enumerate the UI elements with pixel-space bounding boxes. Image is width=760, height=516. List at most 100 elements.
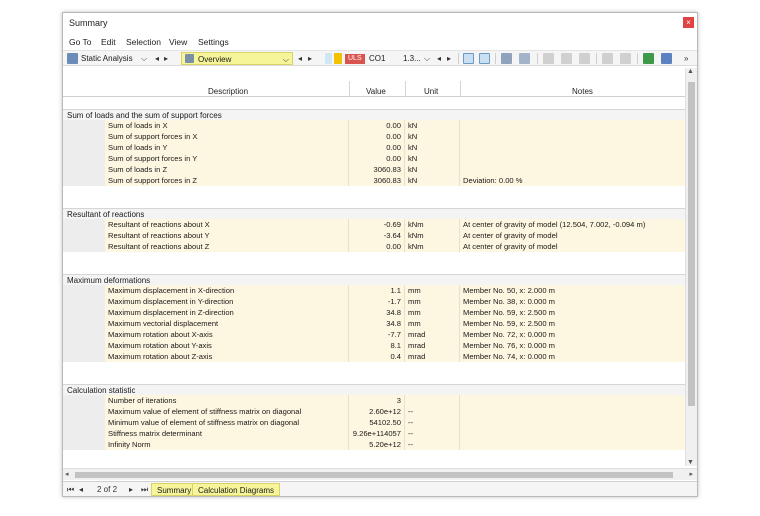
group-header[interactable]: Calculation statistic <box>63 384 685 395</box>
cell-value: 0.00 <box>349 142 405 153</box>
first-page-icon[interactable]: ⏮ <box>67 484 74 496</box>
table-row[interactable]: Maximum rotation about Y-axis 8.1 mrad Memb… <box>63 340 685 351</box>
table-row[interactable]: Sum of support forces in X 0.00 kN <box>63 131 685 142</box>
scroll-down-icon[interactable]: ▼ <box>687 459 694 466</box>
col-value[interactable]: Value <box>366 87 386 96</box>
table-row[interactable]: Sum of support forces in Y 0.00 kN <box>63 153 685 164</box>
toolbar: Static Analysis ⌵ ◂ ▸ Overview ⌵ ◂ ▸ ULS… <box>63 50 697 66</box>
table-row[interactable]: Maximum displacement in X-direction 1.1 mm… <box>63 285 685 296</box>
cell-description: Resultant of reactions about Z <box>105 241 349 252</box>
vertical-scrollbar[interactable]: ▲ ▼ <box>685 68 697 466</box>
row-indent <box>63 175 105 186</box>
load-number-label[interactable]: 1.3... <box>403 52 421 65</box>
col-notes[interactable]: Notes <box>572 87 593 96</box>
load-dropdown-icon[interactable]: ⌵ <box>424 52 430 65</box>
cell-description: Sum of support forces in Y <box>105 153 349 164</box>
scroll-left-icon[interactable]: ◂ <box>65 470 69 478</box>
cell-notes <box>460 153 685 164</box>
table-header: Description Value Unit Notes <box>63 85 685 97</box>
cell-description: Number of iterations <box>105 395 349 406</box>
cell-unit: -- <box>405 439 460 450</box>
vertical-scroll-thumb[interactable] <box>688 82 695 406</box>
row-indent <box>63 439 105 450</box>
group-header[interactable]: Resultant of reactions <box>63 208 685 219</box>
columns-icon[interactable] <box>602 53 613 64</box>
group-header[interactable]: Sum of loads and the sum of support forc… <box>63 109 685 120</box>
horizontal-scrollbar[interactable]: ◂ ▸ <box>63 468 697 480</box>
menu-view[interactable]: View <box>169 37 187 47</box>
row-indent <box>63 241 105 252</box>
close-button[interactable]: × <box>683 17 694 28</box>
table-row[interactable]: Number of iterations 3 <box>63 395 685 406</box>
cell-value: -7.7 <box>349 329 405 340</box>
table-row[interactable]: Maximum rotation about X-axis -7.7 mrad Mem… <box>63 329 685 340</box>
table-row[interactable]: Infinity Norm 5.20e+12 -- <box>63 439 685 450</box>
row-indent <box>63 417 105 428</box>
col-description[interactable]: Description <box>208 87 248 96</box>
cell-notes <box>460 142 685 153</box>
scroll-up-icon[interactable]: ▲ <box>687 68 694 75</box>
cell-unit: kNm <box>405 241 460 252</box>
row-indent <box>63 318 105 329</box>
filter-icon[interactable] <box>519 53 530 64</box>
table-row[interactable]: Maximum value of element of stiffness ma… <box>63 406 685 417</box>
print-icon[interactable] <box>561 53 572 64</box>
analysis-dropdown-icon[interactable]: ⌵ <box>141 52 147 65</box>
grid-icon[interactable] <box>620 53 631 64</box>
status-bar: ⏮ ◂ 2 of 2 ▸ ⏭ Summary Calculation Diagr… <box>63 481 697 496</box>
analysis-prev-icon[interactable]: ◂ <box>155 52 159 65</box>
load-next-icon[interactable]: ▸ <box>447 52 451 65</box>
view-prev-icon[interactable]: ◂ <box>298 52 302 65</box>
analysis-icon <box>67 53 78 64</box>
pick-tool-icon[interactable] <box>479 53 490 64</box>
table-row[interactable]: Maximum vectorial displacement 34.8 mm Memb… <box>63 318 685 329</box>
scroll-right-icon[interactable]: ▸ <box>689 470 693 478</box>
horizontal-scroll-thumb[interactable] <box>75 472 673 478</box>
table-row[interactable]: Stiffness matrix determinant 9.26e+114057… <box>63 428 685 439</box>
menu-settings[interactable]: Settings <box>198 37 229 47</box>
last-page-icon[interactable]: ⏭ <box>141 484 148 496</box>
table-row[interactable]: Resultant of reactions about Y -3.64 kNm At… <box>63 230 685 241</box>
copy-icon[interactable] <box>579 53 590 64</box>
cell-unit: kN <box>405 120 460 131</box>
cell-notes <box>460 164 685 175</box>
settings-icon[interactable] <box>661 53 672 64</box>
menu-goto[interactable]: Go To <box>69 37 92 47</box>
table-row[interactable]: Maximum rotation about Z-axis 0.4 mrad Memb… <box>63 351 685 362</box>
table-row[interactable]: Sum of support forces in Z 3060.83 kN Devia… <box>63 175 685 186</box>
table-row[interactable]: Sum of loads in Y 0.00 kN <box>63 142 685 153</box>
menu-edit[interactable]: Edit <box>101 37 116 47</box>
table-row[interactable]: Resultant of reactions about Z 0.00 kNm At … <box>63 241 685 252</box>
export-excel-icon[interactable] <box>643 53 654 64</box>
cell-notes: Member No. 50, x: 2.000 m <box>460 285 685 296</box>
select-tool-icon[interactable] <box>463 53 474 64</box>
analysis-type-select[interactable]: Static Analysis <box>81 52 133 65</box>
table-icon[interactable] <box>543 53 554 64</box>
cell-value: 0.00 <box>349 131 405 142</box>
cell-value: 34.8 <box>349 318 405 329</box>
cell-value: -1.7 <box>349 296 405 307</box>
search-icon[interactable] <box>501 53 512 64</box>
menu-selection[interactable]: Selection <box>126 37 161 47</box>
group-header[interactable]: Maximum deformations <box>63 274 685 285</box>
toolbar-more-icon[interactable]: » <box>684 52 688 65</box>
table-row[interactable]: Sum of loads in X 0.00 kN <box>63 120 685 131</box>
cell-description: Maximum displacement in X-direction <box>105 285 349 296</box>
load-case-label[interactable]: CO1 <box>369 52 385 65</box>
prev-page-icon[interactable]: ◂ <box>79 484 83 496</box>
table-row[interactable]: Sum of loads in Z 3060.83 kN <box>63 164 685 175</box>
table-row[interactable]: Maximum displacement in Z-direction 34.8 m… <box>63 307 685 318</box>
table-row[interactable]: Resultant of reactions about X -0.69 kNm At… <box>63 219 685 230</box>
table-row[interactable]: Maximum displacement in Y-direction -1.7 m… <box>63 296 685 307</box>
cell-unit: mm <box>405 296 460 307</box>
view-select[interactable]: Overview ⌵ <box>181 52 293 65</box>
next-page-icon[interactable]: ▸ <box>129 484 133 496</box>
tab-summary[interactable]: Summary <box>151 483 198 496</box>
view-next-icon[interactable]: ▸ <box>308 52 312 65</box>
col-unit[interactable]: Unit <box>424 87 438 96</box>
table-row[interactable]: Minimum value of element of stiffness ma… <box>63 417 685 428</box>
row-indent <box>63 351 105 362</box>
analysis-next-icon[interactable]: ▸ <box>164 52 168 65</box>
load-prev-icon[interactable]: ◂ <box>437 52 441 65</box>
tab-calculation-diagrams[interactable]: Calculation Diagrams <box>192 483 281 496</box>
